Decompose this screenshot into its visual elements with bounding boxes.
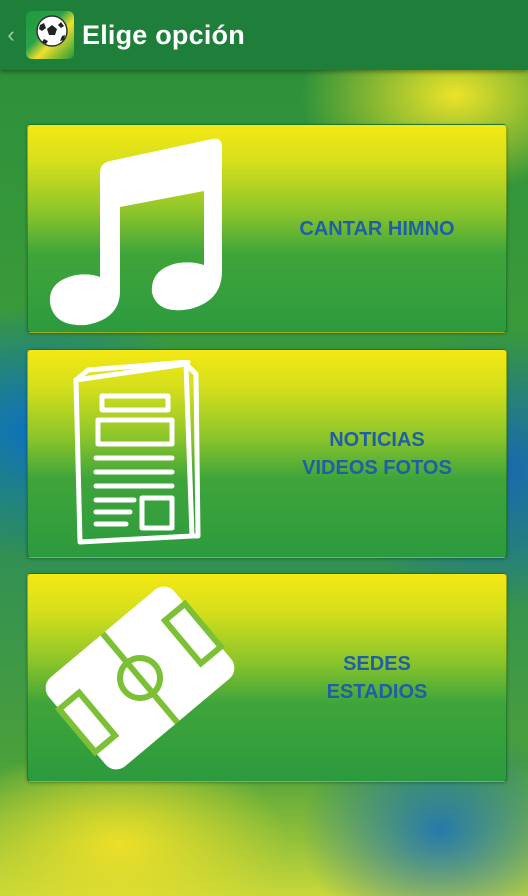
option-label: CANTAR HIMNO (248, 125, 506, 332)
option-label-line-1: CANTAR HIMNO (299, 217, 455, 240)
soccer-ball-icon[interactable] (26, 11, 74, 59)
chevron-left-icon[interactable]: ‹ (2, 22, 20, 48)
option-sedes-button[interactable]: SEDES ESTADIOS (27, 573, 507, 782)
newspaper-icon (73, 360, 201, 545)
option-noticias-button[interactable]: NOTICIAS VIDEOS FOTOS (27, 349, 507, 558)
page-title: Elige opción (82, 19, 245, 50)
option-label: SEDES ESTADIOS (248, 574, 506, 781)
soccer-field-icon (45, 586, 235, 770)
option-label-line-1: SEDES (343, 652, 411, 675)
action-bar: ‹ Elige opción (0, 0, 528, 70)
option-label-line-1: NOTICIAS (329, 428, 425, 451)
option-label-line-2: VIDEOS FOTOS (302, 456, 452, 479)
option-label-line-2: ESTADIOS (326, 680, 428, 703)
option-label: NOTICIAS VIDEOS FOTOS (248, 350, 506, 557)
option-cantar-himno-button[interactable]: CANTAR HIMNO (27, 124, 507, 333)
music-note-icon (49, 138, 222, 326)
